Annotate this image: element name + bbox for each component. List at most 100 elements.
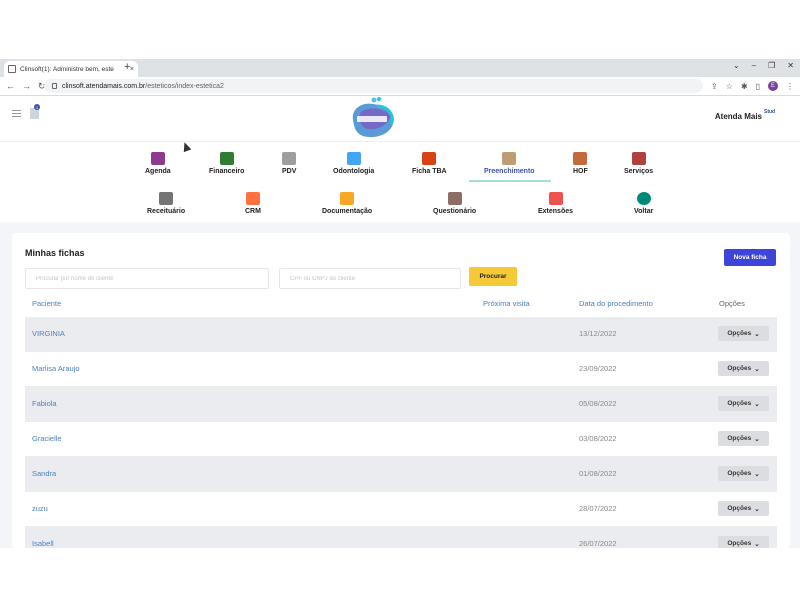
patient-name-link[interactable]: Sandra	[32, 469, 56, 478]
main-content: Minhas fichas Nova ficha Procurar Pacien…	[0, 222, 800, 548]
table-row: Gracielle 03/08/2022 Opções ⌄	[25, 422, 777, 457]
face-icon	[422, 152, 437, 165]
search-name-input[interactable]	[25, 268, 269, 289]
table-body: VIRGINIA 13/12/2022 Opções ⌄ Marlisa Araujo 2…	[25, 317, 777, 548]
new-ficha-button[interactable]: Nova ficha	[724, 249, 776, 266]
toolbar-icons: ⇪ ☆ ✱ ▯ E ⋮	[711, 81, 794, 91]
favicon-icon	[8, 65, 16, 73]
star-icon[interactable]: ☆	[726, 82, 733, 91]
column-header-patient[interactable]: Paciente	[32, 299, 61, 308]
module-hof[interactable]: HOF	[573, 152, 588, 175]
options-dropdown-button[interactable]: Opções ⌄	[718, 466, 769, 481]
table-row: Fabiola 05/08/2022 Opções ⌄	[25, 387, 777, 422]
minimize-icon[interactable]: –	[752, 61, 756, 70]
chevron-down-icon: ⌄	[754, 330, 760, 338]
table-row: Isabell 26/07/2022 Opções ⌄	[25, 527, 777, 548]
search-button[interactable]: Procurar	[469, 267, 517, 286]
user-name[interactable]: Atenda Mais	[715, 112, 762, 121]
module-receituario[interactable]: Receituário	[147, 192, 185, 215]
extensions-module-icon	[548, 192, 563, 205]
search-cpf-input[interactable]	[279, 268, 461, 289]
app-header: 1 Atenda Mais Stud	[0, 96, 800, 142]
module-agenda[interactable]: Agenda	[145, 152, 171, 175]
module-label: Documentação	[322, 208, 373, 215]
options-dropdown-button[interactable]: Opções ⌄	[718, 431, 769, 446]
module-label: HOF	[573, 168, 588, 175]
nav-buttons: ← → ↻	[6, 81, 46, 92]
close-window-icon[interactable]: ✕	[787, 61, 794, 70]
money-icon	[219, 152, 234, 165]
forward-icon[interactable]: →	[22, 81, 31, 92]
face-hof-icon	[573, 152, 588, 165]
patient-name-link[interactable]: VIRGINIA	[32, 329, 65, 338]
module-ficha-tba[interactable]: Ficha TBA	[412, 152, 447, 175]
clinsoft-logo	[352, 97, 394, 138]
new-tab-icon[interactable]: +	[124, 61, 130, 73]
back-icon[interactable]: ←	[6, 81, 15, 92]
url-field[interactable]: clinsoft.atendamais.com.br/esteticos/ind…	[44, 79, 704, 93]
address-bar-row: ← → ↻ clinsoft.atendamais.com.br/estetic…	[0, 77, 800, 96]
profile-avatar[interactable]: E	[768, 81, 778, 91]
options-label: Opções	[727, 470, 752, 477]
patient-name-link[interactable]: Isabell	[32, 539, 54, 548]
tooth-icon	[346, 152, 361, 165]
user-avatar[interactable]: Stud	[764, 109, 788, 123]
module-label: Receituário	[147, 208, 186, 215]
patient-name-link[interactable]: Gracielle	[32, 434, 62, 443]
top-margin	[0, 0, 800, 59]
menu-dots-icon[interactable]: ⋮	[786, 82, 794, 91]
patient-name-link[interactable]: Marlisa Araujo	[32, 364, 80, 373]
module-extensoes[interactable]: Extensões	[538, 192, 573, 215]
chevron-down-icon: ⌄	[754, 400, 760, 408]
module-voltar[interactable]: Voltar	[634, 192, 653, 215]
module-servicos[interactable]: Serviços	[624, 152, 653, 175]
back-arrow-icon	[636, 192, 651, 205]
column-header-options: Opções	[719, 299, 745, 308]
module-preenchimento[interactable]: Preenchimento	[484, 152, 535, 175]
module-label: CRM	[245, 208, 261, 215]
chevron-down-icon: ⌄	[754, 435, 760, 443]
table-row: VIRGINIA 13/12/2022 Opções ⌄	[25, 317, 777, 352]
hamburger-icon[interactable]	[12, 110, 21, 117]
table-row: Sandra 01/08/2022 Opções ⌄	[25, 457, 777, 492]
options-label: Opções	[727, 435, 752, 442]
share-icon[interactable]: ⇪	[711, 82, 718, 91]
sidepanel-icon[interactable]: ▯	[756, 82, 760, 91]
options-dropdown-button[interactable]: Opções ⌄	[718, 536, 769, 548]
crm-icon	[245, 192, 260, 205]
chevron-down-icon[interactable]: ⌄	[733, 61, 740, 70]
module-questionario[interactable]: Questionário	[433, 192, 476, 215]
options-label: Opções	[727, 365, 752, 372]
browser-tab[interactable]: Clinsoft(1): Administre bem, este ×	[4, 61, 138, 77]
fichas-card: Minhas fichas Nova ficha Procurar Pacien…	[12, 233, 790, 548]
column-header-procedure-date[interactable]: Data do procedimento	[579, 299, 653, 308]
options-dropdown-button[interactable]: Opções ⌄	[718, 361, 769, 376]
chevron-down-icon: ⌄	[754, 470, 760, 478]
module-crm[interactable]: CRM	[245, 192, 261, 215]
calendar-icon	[150, 152, 165, 165]
column-header-next-visit[interactable]: Próxima visita	[483, 299, 530, 308]
module-pdv[interactable]: PDV	[282, 152, 296, 175]
module-odontologia[interactable]: Odontologia	[333, 152, 374, 175]
module-label: Agenda	[145, 168, 171, 175]
extensions-icon[interactable]: ✱	[741, 82, 748, 91]
module-label: Questionário	[433, 208, 477, 215]
table-row: zuzu 28/07/2022 Opções ⌄	[25, 492, 777, 527]
options-dropdown-button[interactable]: Opções ⌄	[718, 396, 769, 411]
close-icon[interactable]: ×	[130, 66, 134, 73]
procedure-date: 01/08/2022	[579, 469, 617, 478]
patient-name-link[interactable]: Fabiola	[32, 399, 57, 408]
module-financeiro[interactable]: Financeiro	[209, 152, 244, 175]
options-label: Opções	[727, 330, 752, 337]
module-documentacao[interactable]: Documentação	[322, 192, 372, 215]
cash-register-icon	[282, 152, 297, 165]
options-dropdown-button[interactable]: Opções ⌄	[718, 326, 769, 341]
options-dropdown-button[interactable]: Opções ⌄	[718, 501, 769, 516]
questionnaire-icon	[447, 192, 462, 205]
module-label: Odontologia	[333, 168, 375, 175]
restore-icon[interactable]: ❐	[768, 61, 775, 70]
options-label: Opções	[727, 505, 752, 512]
procedure-date: 03/08/2022	[579, 434, 617, 443]
patient-name-link[interactable]: zuzu	[32, 504, 48, 513]
bottom-margin	[0, 548, 800, 600]
